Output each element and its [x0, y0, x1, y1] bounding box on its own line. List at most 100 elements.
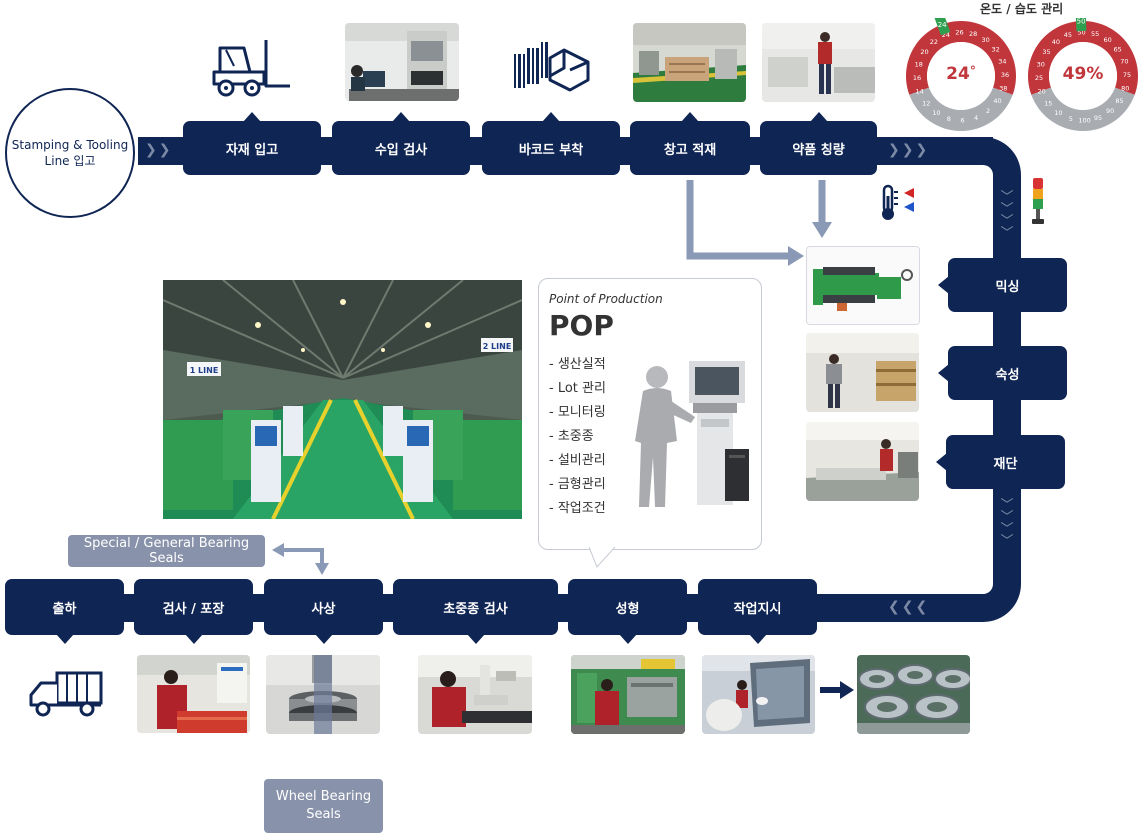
- step-label: 작업지시: [733, 601, 782, 617]
- photo-warehouse: [633, 23, 746, 102]
- humidity-gauge-scale-label: 45: [1064, 31, 1072, 39]
- temperature-gauge-scale-label: 40: [993, 97, 1001, 105]
- temperature-readout: 24°: [941, 64, 981, 84]
- humidity-gauge-scale-label: 20: [1038, 88, 1046, 96]
- flow-arrow-to-wheel-bearing: [317, 734, 331, 768]
- seal-type-label: Seals: [306, 807, 341, 822]
- chevrons-bottom-right: ❮❮❮: [888, 599, 930, 615]
- humidity-gauge-scale-label: 10: [1054, 109, 1062, 117]
- temperature-gauge-scale-label: 2: [986, 107, 990, 115]
- barcode-scanner-icon: [514, 42, 590, 92]
- humidity-gauge-scale-label: 85: [1115, 97, 1123, 105]
- photo-inspection-equipment: [345, 23, 459, 101]
- humidity-gauge-scale-label: 70: [1120, 57, 1128, 65]
- factory-sign-1: 1 LINE: [190, 366, 219, 375]
- signal-tower-icon: [1032, 178, 1044, 224]
- pop-feature: - 작업조건: [549, 501, 606, 516]
- step-label: 성형: [615, 601, 640, 617]
- humidity-value: 49: [1062, 64, 1087, 84]
- temperature-gauge-scale-label: 22: [930, 38, 938, 46]
- step-label: 출하: [52, 601, 77, 617]
- step-first-mid-last-inspection: 초중종 검사: [393, 579, 558, 644]
- chevrons-right-upper: ﹀ ﹀ ﹀ ﹀: [1000, 190, 1014, 241]
- pop-callout-pointer: [589, 547, 616, 568]
- photo-aging-room: [806, 333, 919, 412]
- temperature-gauge-scale-label: 34: [998, 57, 1006, 65]
- humidity-gauge-scale-label: 55: [1091, 30, 1099, 38]
- pop-feature: - 모니터링: [549, 405, 606, 420]
- pop-feature-list: - 생산실적 - Lot 관리 - 모니터링 - 초중종 - 설비관리 - 금형…: [549, 353, 606, 521]
- photo-deburring: [266, 655, 380, 734]
- step-aging: 숙성: [938, 346, 1067, 400]
- factory-floor-photo: 1 LINE 2 LINE: [163, 280, 522, 519]
- monitor-title: 온도 / 습도 관리: [980, 2, 1064, 16]
- humidity-unit: %: [1086, 64, 1104, 84]
- photo-chemical-weighing: [762, 23, 875, 102]
- photo-microscope-inspection: [418, 655, 532, 734]
- step-work-order: 작업지시: [698, 579, 817, 644]
- pop-terminal-illustration: [635, 361, 749, 507]
- chevrons-top-right: ❯❯❯: [888, 142, 930, 158]
- chevrons-start: ❯❯: [145, 142, 173, 158]
- humidity-gauge-scale-label: 25: [1035, 74, 1043, 82]
- factory-sign-2: 2 LINE: [483, 342, 512, 351]
- temperature-unit: °: [969, 64, 976, 78]
- step-label: 숙성: [995, 367, 1020, 383]
- track-corner-bottom-right: [965, 578, 1021, 622]
- photo-packing: [137, 655, 250, 733]
- forklift-icon: [212, 40, 290, 97]
- photo-mixing-machine: [806, 246, 920, 325]
- photo-work-order-terminal: [702, 655, 815, 734]
- humidity-gauge-scale-label: 30: [1037, 60, 1045, 68]
- temperature-gauge-scale-label: 32: [992, 45, 1000, 53]
- step-deburring: 사상: [264, 579, 383, 644]
- step-warehouse-storage: 창고 적재: [630, 112, 750, 175]
- seal-type-label: Special / General Bearing Seals: [83, 536, 250, 566]
- pop-feature: - 금형관리: [549, 477, 606, 492]
- photo-molding: [571, 655, 685, 734]
- temperature-gauge-scale-label: 28: [969, 30, 977, 38]
- temperature-gauge-scale-label: 26: [955, 29, 963, 37]
- temperature-gauge-scale-label: 12: [922, 100, 930, 108]
- step-label: 검사 / 포장: [162, 601, 225, 617]
- pop-feature: - 생산실적: [549, 357, 606, 372]
- step-molding: 성형: [568, 579, 687, 644]
- temperature-gauge-scale-label: 10: [932, 109, 940, 117]
- temperature-gauge-scale-label: 6: [960, 116, 964, 124]
- step-label: 바코드 부착: [518, 142, 584, 158]
- track-corner-top-right: [965, 137, 1021, 197]
- photo-bearing-seals-product: [857, 655, 970, 734]
- step-label: 창고 적재: [663, 142, 717, 158]
- start-label-line2: Line 입고: [44, 153, 96, 168]
- chevrons-right-lower: ﹀ ﹀ ﹀ ﹀: [1000, 498, 1014, 549]
- humidity-readout: 49%: [1060, 64, 1106, 84]
- temperature-value: 24: [946, 64, 970, 84]
- step-label: 자재 입고: [225, 142, 279, 158]
- flow-arrow-to-seal-types: [272, 543, 329, 575]
- humidity-gauge-scale-label: 15: [1044, 100, 1052, 108]
- humidity-gauge-scale-label: 5: [1069, 115, 1073, 123]
- step-inspection-packing: 검사 / 포장: [134, 579, 253, 644]
- humidity-gauge-scale-label: 95: [1094, 114, 1102, 122]
- humidity-gauge-marker-label: 50: [1077, 18, 1086, 26]
- pop-subtitle: Point of Production: [549, 292, 663, 306]
- start-label-line1: Stamping & Tooling: [11, 137, 129, 152]
- humidity-gauge-scale-label: 60: [1103, 36, 1111, 44]
- delivery-truck-icon: [29, 671, 103, 717]
- temperature-gauge-scale-label: 38: [999, 85, 1007, 93]
- step-cutting: 재단: [936, 435, 1065, 489]
- arrow-right-icon: [820, 681, 854, 699]
- pop-card: Point of Production POP - 생산실적 - Lot 관리 …: [538, 278, 762, 568]
- seal-type-wheel-bearing: Wheel Bearing Seals: [264, 779, 383, 833]
- humidity-gauge-scale-label: 75: [1123, 71, 1131, 79]
- pop-feature: - 초중종: [549, 429, 594, 444]
- step-chemical-weighing: 약품 칭량: [760, 112, 877, 175]
- step-barcode-attach: 바코드 부착: [482, 112, 620, 175]
- seal-type-label: Wheel Bearing: [275, 789, 372, 804]
- step-label: 초중종 검사: [443, 601, 508, 617]
- step-mixing: 믹싱: [938, 258, 1067, 312]
- thermometer-icon: [882, 184, 914, 220]
- temperature-gauge-scale-label: 36: [1001, 71, 1009, 79]
- seal-type-special-general: Special / General Bearing Seals: [68, 535, 265, 567]
- humidity-gauge-scale-label: 35: [1042, 48, 1050, 56]
